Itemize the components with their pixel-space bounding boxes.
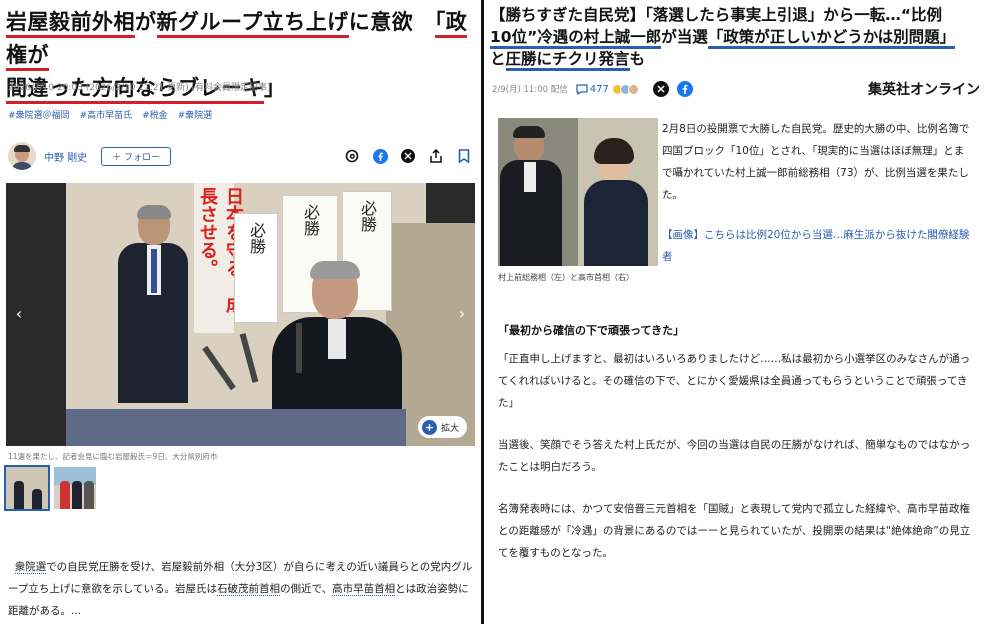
plus-icon: +: [421, 419, 437, 435]
microphone: [296, 323, 302, 373]
tag-list: #衆院選＠福岡 #高市早苗氏 #税金 #衆院選: [8, 108, 212, 121]
title-text: と: [490, 50, 506, 68]
calligraphy-text: 必勝: [247, 222, 266, 254]
expand-label: 拡大: [440, 423, 459, 434]
expand-button[interactable]: + 拡大: [417, 416, 467, 438]
body-paragraph: 当選後、笑顔でそう答えた村上氏だが、今回の当選は自民の圧勝がなければ、簡単なもの…: [498, 439, 971, 473]
threads-icon[interactable]: [344, 148, 360, 164]
bookmark-icon[interactable]: [456, 148, 472, 164]
comment-number: 477: [589, 83, 609, 95]
article-body: 衆院選での自民党圧勝を受け、岩屋毅前外相（大分3区）が自らに考えの近い議員らとの…: [8, 556, 474, 622]
campaign-poster: 日本を守る。成長させる。: [194, 183, 244, 333]
article-meta: 2/9(月) 11:00 配信 477 集英社オンライン: [492, 78, 980, 100]
calligraphy-text: 必勝: [301, 204, 320, 236]
facebook-icon[interactable]: [372, 148, 388, 164]
follow-button[interactable]: ＋ フォロー: [101, 146, 172, 166]
author-avatar[interactable]: [8, 142, 36, 170]
photo-caption: 村上前総務相（左）と高市首相（右）: [498, 273, 634, 282]
body-link[interactable]: 石破茂前首相: [217, 583, 281, 596]
share-icon[interactable]: [428, 148, 444, 164]
title-highlight-1: 岩屋毅前外相: [6, 10, 135, 38]
tag-link[interactable]: #衆院選: [178, 108, 213, 121]
article-photo[interactable]: [498, 118, 658, 266]
title-highlight-2: 「政策が正しいかどうかは別問題」: [707, 28, 956, 49]
tag-link[interactable]: #高市早苗氏: [80, 108, 133, 121]
title-text: も: [629, 50, 646, 68]
photo-caption: 11選を果たし、記者会見に臨む岩屋毅氏＝9日、大分県別府市: [8, 452, 218, 461]
title-text: が当選: [661, 28, 708, 46]
article-meta: 2026/2/10 20:03 (2026/2/10 21:21 更新) [有料…: [8, 83, 271, 93]
publisher-name[interactable]: 集英社オンライン: [868, 79, 980, 99]
lead-paragraph: 2月8日の投開票で大勝した自民党。歴史的大勝の中、比例名簿で四国ブロック「10位…: [662, 123, 970, 201]
title-text: に意欲: [348, 10, 435, 34]
body-link[interactable]: 高市早苗首相: [332, 583, 396, 596]
reaction-icon: [627, 83, 639, 95]
article-title: 【勝ちすぎた自民党】「落選したら事実上引退」から一転…“比例 10位”冷遇の村上誠…: [490, 4, 982, 71]
title-highlight-3: 圧勝にチクリ発言: [505, 50, 630, 71]
reaction-icons[interactable]: [611, 83, 639, 95]
body-paragraph: 名簿発表時には、かつて安倍晋三元首相を「国賊」と表現して党内で孤立した経緯や、高…: [498, 503, 971, 559]
x-icon[interactable]: [400, 148, 416, 164]
share-icons: [652, 81, 693, 97]
title-text: 【勝ちすぎた自民党】「落選したら事実上引退」から一転…“比例: [490, 6, 942, 24]
article-photo[interactable]: 日本を守る。成長させる。 必勝 必勝 必勝 ‹ › + 拡大: [6, 183, 475, 446]
photo-thumbnails: [4, 465, 96, 511]
comment-count[interactable]: 477: [576, 84, 609, 95]
facebook-icon[interactable]: [676, 81, 693, 97]
thumbnail-1[interactable]: [4, 465, 50, 511]
body-text: の側近で、: [280, 583, 333, 595]
section-heading: 「最初から確信の下で頑張ってきた」: [498, 324, 685, 337]
related-image-link[interactable]: 【画像】こちらは比例20位から当選…麻生派から抜けた閣僚経験者: [662, 224, 974, 268]
left-article-panel: 岩屋毅前外相が新グループ立ち上げに意欲 「政権が 間違った方向ならブレーキ」 20…: [0, 0, 481, 624]
body-link[interactable]: 衆院選: [14, 561, 47, 574]
cardboard-cutout: [118, 205, 188, 407]
comment-icon: [576, 83, 588, 95]
publish-date: 2/9(月) 11:00 配信: [492, 85, 568, 95]
press-table: [66, 409, 406, 446]
title-highlight-2: 新グループ立ち上げ: [156, 10, 349, 38]
body-paragraph: 「正直申し上げますと、最初はいろいろありましたけど……私は最初から小選挙区のみな…: [498, 353, 971, 409]
calligraphy-text: 必勝: [358, 200, 377, 232]
next-arrow-icon[interactable]: ›: [453, 301, 471, 325]
author-row: 中野 剛史 ＋ フォロー: [8, 140, 476, 172]
prev-arrow-icon[interactable]: ‹: [10, 301, 28, 325]
title-highlight-1: 10位”冷遇の村上誠一郎: [490, 28, 662, 49]
share-icons: [344, 148, 472, 164]
tag-link[interactable]: #衆院選＠福岡: [8, 108, 70, 121]
x-icon[interactable]: [652, 81, 669, 97]
title-text: が: [135, 10, 157, 34]
right-article-panel: 【勝ちすぎた自民党】「落選したら事実上引退」から一転…“比例 10位”冷遇の村上誠…: [484, 0, 987, 624]
author-name[interactable]: 中野 剛史: [44, 149, 87, 164]
thumbnail-2[interactable]: [54, 467, 96, 509]
tag-link[interactable]: #税金: [142, 108, 168, 121]
